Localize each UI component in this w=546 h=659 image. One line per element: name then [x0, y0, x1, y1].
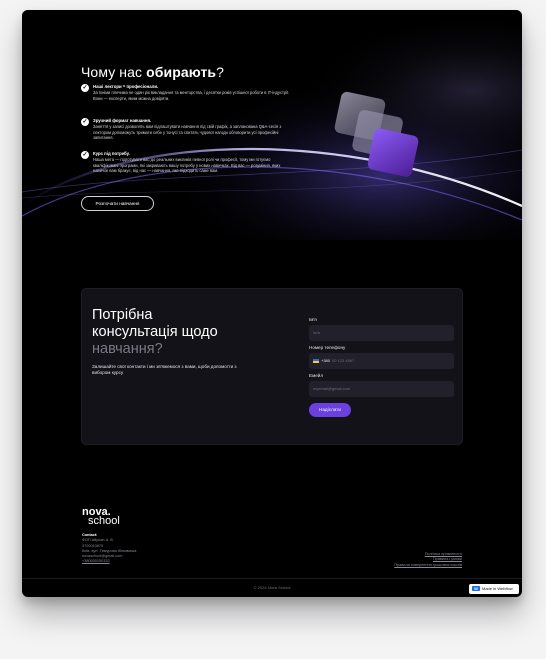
hero-section: Чому нас обирають? ✓ Наші лектори = проф…	[22, 10, 522, 240]
feature-description: Наша мета — підготувати вас до реальних …	[93, 157, 281, 174]
footer-links: Політика приватності Правила і умови Пра…	[394, 552, 462, 568]
check-icon: ✓	[81, 151, 89, 159]
check-icon: ✓	[81, 118, 89, 126]
contact-phone-link[interactable]: +380930150332	[82, 559, 136, 564]
consultation-card: Потрібна консультація щодо навчання? Зал…	[81, 288, 463, 445]
phone-country-code[interactable]: +380	[321, 358, 330, 363]
email-label: Емейл	[309, 373, 324, 378]
feature-description: Заняття у записі дозволять вам підлаштув…	[93, 124, 282, 141]
consultation-subtitle: Залишайте свої контакти і ми зв'яжемося …	[92, 364, 237, 376]
webflow-badge-label: Made in Webflow	[482, 586, 513, 591]
ukraine-flag-icon[interactable]	[313, 358, 319, 363]
page: Чому нас обирають? ✓ Наші лектори = проф…	[22, 10, 522, 597]
name-input[interactable]: Ім'я	[309, 325, 454, 341]
hero-title: Чому нас обирають?	[81, 64, 225, 80]
copyright: © 2024 Nova School	[253, 585, 291, 590]
footer-contact: Contact: ФОП Айрьян А. В. 3700010870 Киї…	[82, 533, 136, 565]
phone-label: Номер телефону	[309, 345, 346, 350]
phone-placeholder: 00 123 4567	[332, 358, 355, 363]
email-input[interactable]: myemail@gmail.com	[309, 381, 454, 397]
webflow-icon: W	[472, 586, 480, 592]
start-learning-button[interactable]: Розпочати навчання	[81, 196, 154, 211]
phone-input[interactable]: +380 00 123 4567	[309, 353, 454, 369]
footer-logo[interactable]: nova. school	[82, 507, 120, 527]
submit-button[interactable]: Надіслати	[309, 403, 351, 417]
consultation-title: Потрібна консультація щодо навчання?	[92, 307, 218, 357]
name-label: Ім'я	[309, 317, 317, 322]
made-in-webflow-badge[interactable]: W Made in Webflow	[469, 584, 519, 594]
refund-policy-link[interactable]: Правила повернення грошових коштів	[394, 563, 462, 568]
footer-divider	[22, 578, 522, 579]
feature-description: За їхніми плечима не один рік викладання…	[93, 90, 290, 101]
check-icon: ✓	[81, 84, 89, 92]
